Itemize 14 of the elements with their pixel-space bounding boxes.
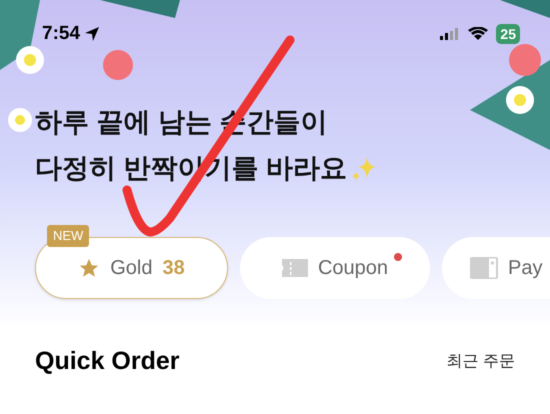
ticket-icon bbox=[282, 259, 308, 277]
star-icon bbox=[78, 257, 100, 279]
points-count: 38 bbox=[162, 256, 185, 281]
card-icon bbox=[470, 257, 498, 279]
signal-icon bbox=[440, 28, 460, 40]
status-time: 7:54 bbox=[42, 22, 80, 46]
pay-chip[interactable]: Pay bbox=[442, 237, 550, 299]
wifi-icon bbox=[468, 27, 488, 41]
battery-indicator: 25 bbox=[496, 24, 520, 44]
section-title: Quick Order bbox=[35, 346, 180, 377]
recent-orders-link[interactable]: 최근 주문 bbox=[446, 350, 515, 374]
new-badge: NEW bbox=[47, 225, 90, 247]
location-arrow-icon bbox=[84, 26, 100, 42]
coupon-chip[interactable]: Coupon bbox=[240, 237, 430, 299]
